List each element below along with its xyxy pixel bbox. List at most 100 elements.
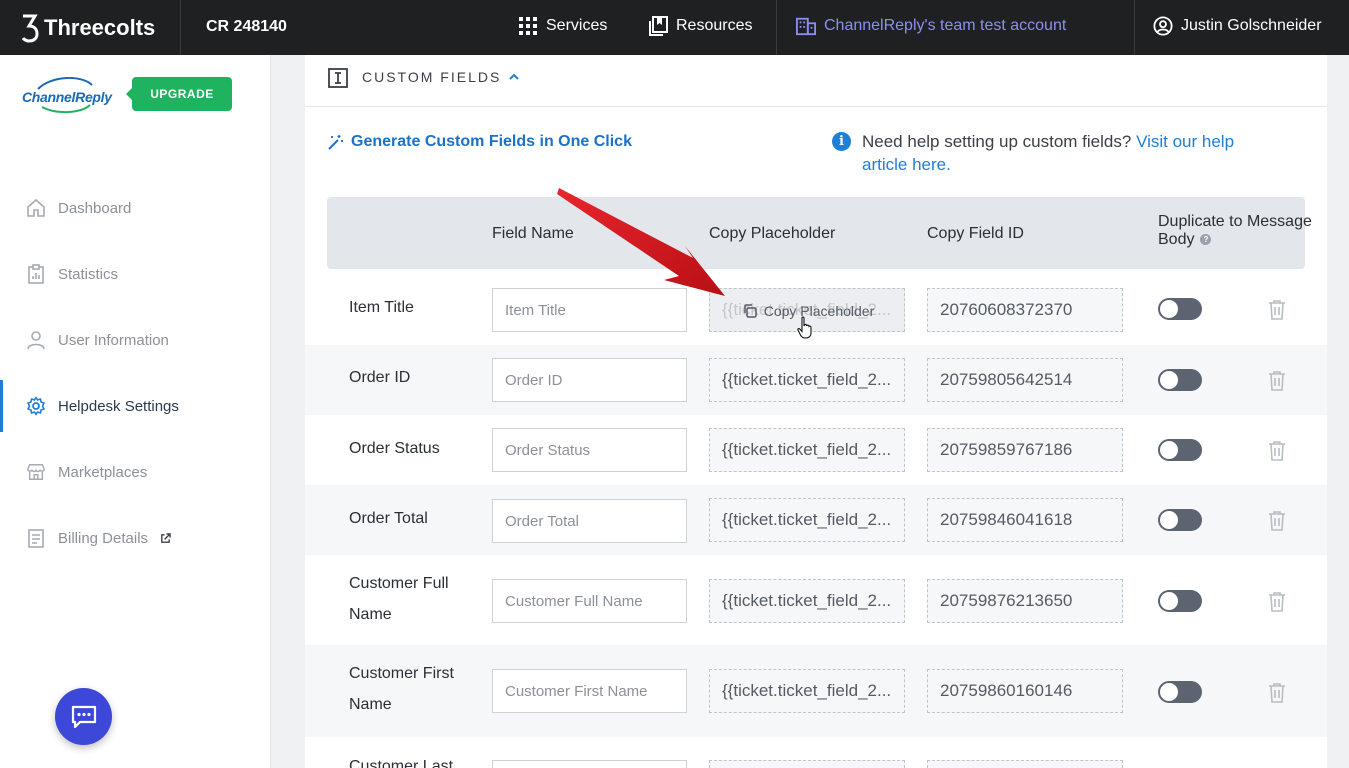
header-duplicate: Duplicate to Message Body? — [1158, 213, 1318, 249]
clipboard-chart-icon — [28, 264, 44, 284]
duplicate-toggle[interactable] — [1158, 590, 1202, 612]
user-menu[interactable]: Justin Golschneider — [1153, 16, 1322, 36]
trash-icon[interactable] — [1267, 299, 1287, 321]
duplicate-toggle[interactable] — [1158, 369, 1202, 391]
user-icon — [27, 331, 45, 350]
trash-icon[interactable] — [1267, 510, 1287, 532]
header-copy-placeholder: Copy Placeholder — [709, 225, 836, 242]
table-row: Customer Last — [305, 737, 1327, 768]
copy-placeholder-box[interactable]: {{ticket.ticket_field_2... — [709, 358, 905, 402]
copy-placeholder-box[interactable]: {{ticket.ticket_field_2... — [709, 669, 905, 713]
trash-icon[interactable] — [1267, 591, 1287, 613]
copy-placeholder-box[interactable]: {{ticket.ticket_field_2... — [709, 498, 905, 542]
sidebar-item-statistics[interactable]: Statistics — [0, 248, 270, 300]
user-name: Justin Golschneider — [1181, 17, 1322, 34]
channelreply-logo[interactable]: ChannelReply — [22, 77, 112, 117]
table-row: Order Total Order Total {{ticket.ticket_… — [305, 485, 1327, 555]
upgrade-button[interactable]: UPGRADE — [126, 77, 232, 111]
table-row: Order Status Order Status {{ticket.ticke… — [305, 415, 1327, 485]
copy-field-id-box[interactable]: 20760608372370 — [927, 288, 1123, 332]
copy-field-id-box[interactable]: 20759860160146 — [927, 669, 1123, 713]
sidebar-item-helpdesk-settings[interactable]: Helpdesk Settings — [0, 380, 270, 432]
team-account-switcher[interactable]: ChannelReply's team test account — [796, 16, 1066, 36]
bookmark-stack-icon — [649, 16, 668, 36]
divider — [180, 0, 181, 55]
trash-icon[interactable] — [1267, 682, 1287, 704]
header-copy-field-id: Copy Field ID — [927, 225, 1024, 242]
field-name-input[interactable]: Item Title — [492, 288, 687, 332]
billing-icon — [28, 529, 44, 548]
section-header[interactable]: CUSTOM FIELDS — [305, 55, 1327, 107]
grid-icon — [519, 17, 537, 35]
section-title: CUSTOM FIELDS — [362, 69, 502, 85]
hand-cursor-icon — [797, 316, 812, 339]
field-name-input[interactable]: Customer Full Name — [492, 579, 687, 623]
field-name-input[interactable]: Order Status — [492, 428, 687, 472]
brand-logo[interactable]: Threecolts — [20, 12, 155, 44]
building-icon — [796, 17, 816, 36]
trash-icon[interactable] — [1267, 440, 1287, 462]
field-name-input[interactable]: Order Total — [492, 499, 687, 543]
chat-support-button[interactable] — [55, 688, 112, 745]
sidebar-item-dashboard[interactable]: Dashboard — [0, 182, 270, 234]
copy-field-id-box[interactable]: 20759846041618 — [927, 498, 1123, 542]
resources-label: Resources — [676, 17, 753, 34]
duplicate-toggle[interactable] — [1158, 298, 1202, 320]
services-label: Services — [546, 17, 608, 34]
field-label: Order Total — [349, 510, 428, 527]
copy-placeholder-box[interactable] — [709, 760, 905, 768]
trash-icon[interactable] — [1267, 370, 1287, 392]
table-row: Order ID Order ID {{ticket.ticket_field_… — [305, 345, 1327, 415]
copy-field-id-box[interactable]: 20759859767186 — [927, 428, 1123, 472]
brand-name: Threecolts — [44, 15, 156, 40]
chat-bubble-icon — [71, 705, 96, 728]
copy-placeholder-label: Copy Placeholder — [763, 303, 875, 319]
sidebar-item-label: Statistics — [58, 265, 119, 283]
sidebar-item-billing-details[interactable]: Billing Details — [0, 512, 270, 564]
copy-field-id-box[interactable]: 20759805642514 — [927, 358, 1123, 402]
sidebar-item-user-information[interactable]: User Information — [0, 314, 270, 366]
generate-custom-fields-link[interactable]: Generate Custom Fields in One Click — [327, 133, 632, 151]
gear-icon — [27, 396, 45, 416]
copy-placeholder-box[interactable]: {{ticket.ticket_field_2... — [709, 579, 905, 623]
copy-field-id-box[interactable]: 20759876213650 — [927, 579, 1123, 623]
sidebar-item-label: User Information — [58, 331, 169, 349]
table-row: Customer Full Name Customer Full Name {{… — [305, 555, 1327, 645]
chevron-up-icon[interactable] — [507, 70, 521, 84]
field-name-input[interactable] — [492, 760, 687, 768]
field-label: Customer Last — [349, 758, 454, 768]
text-field-icon — [328, 68, 348, 88]
duplicate-toggle[interactable] — [1158, 509, 1202, 531]
custom-fields-panel: CUSTOM FIELDS Generate Custom Fields in … — [305, 55, 1327, 768]
field-label: Order Status — [349, 440, 440, 457]
threecolts-logo-icon — [21, 14, 39, 43]
sidebar: ChannelReply UPGRADE Dashboard Statistic… — [0, 55, 271, 768]
generate-link-label: Generate Custom Fields in One Click — [351, 133, 632, 150]
magic-wand-icon — [328, 135, 343, 150]
divider — [1134, 0, 1135, 55]
sidebar-item-marketplaces[interactable]: Marketplaces — [0, 446, 270, 498]
services-menu[interactable]: Services — [518, 16, 607, 36]
duplicate-toggle[interactable] — [1158, 439, 1202, 461]
user-circle-icon — [1153, 16, 1173, 36]
copy-field-id-box[interactable] — [927, 760, 1123, 768]
resources-menu[interactable]: Resources — [648, 16, 752, 36]
duplicate-toggle[interactable] — [1158, 681, 1202, 703]
sidebar-item-label: Dashboard — [58, 199, 132, 217]
sidebar-item-label: Marketplaces — [58, 463, 148, 481]
question-icon[interactable]: ? — [1200, 234, 1212, 246]
table-row: Item Title Item Title {{ticket.ticket_fi… — [305, 273, 1327, 345]
field-name-input[interactable]: Order ID — [492, 358, 687, 402]
field-label: Item Title — [349, 299, 414, 316]
field-label: Order ID — [349, 369, 411, 386]
account-code: CR 248140 — [206, 18, 287, 35]
copy-icon — [743, 304, 757, 318]
team-account-name: ChannelReply's team test account — [824, 17, 1067, 34]
field-name-input[interactable]: Customer First Name — [492, 669, 687, 713]
field-label: Customer Full Name — [349, 575, 449, 623]
table-row: Customer First Name Customer First Name … — [305, 645, 1327, 737]
copy-placeholder-box[interactable]: {{ticket.ticket_field_2... — [709, 428, 905, 472]
home-icon — [27, 198, 45, 217]
store-icon — [27, 464, 45, 480]
divider — [776, 0, 777, 55]
